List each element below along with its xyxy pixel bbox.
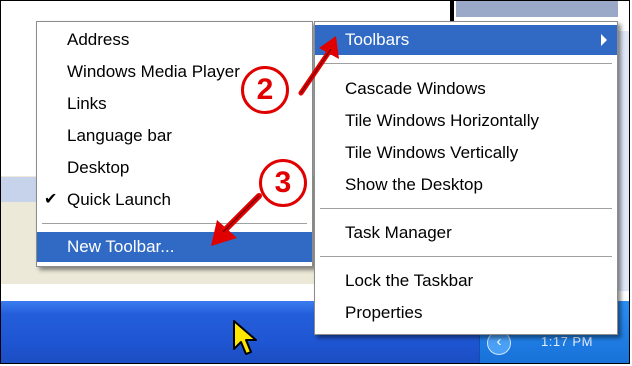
menu-item-address[interactable]: Address	[37, 25, 312, 55]
taskbar-clock[interactable]: 1:17 PM	[541, 334, 593, 349]
menu-item-label: Desktop	[67, 158, 130, 177]
menu-item-label: Windows Media Player	[67, 62, 240, 81]
menu-separator	[320, 256, 612, 258]
menu-item-label: New Toolbar...	[67, 237, 175, 256]
menu-separator	[320, 208, 612, 210]
menu-item-label: Language bar	[67, 126, 172, 145]
menu-item-toolbars[interactable]: Toolbars	[315, 25, 617, 55]
menu-item-label: Address	[67, 30, 130, 49]
menu-item-label: Properties	[345, 303, 423, 322]
annotation-arrow-step-2	[298, 36, 339, 96]
background-divider	[450, 1, 454, 23]
toolbars-submenu: Address Windows Media Player Links Langu…	[36, 21, 313, 267]
background-titlebar-strip	[456, 1, 618, 17]
step-2-badge: 2	[241, 66, 289, 114]
menu-item-tile-vertically[interactable]: Tile Windows Vertically	[315, 138, 617, 168]
screenshot-frame: ‹ 1:17 PM Address Windows Media Player L…	[0, 0, 630, 364]
menu-item-label: Tile Windows Horizontally	[345, 111, 539, 130]
menu-item-tile-horizontally[interactable]: Tile Windows Horizontally	[315, 106, 617, 136]
menu-item-task-manager[interactable]: Task Manager	[315, 218, 617, 248]
menu-item-show-desktop[interactable]: Show the Desktop	[315, 170, 617, 200]
menu-item-cascade-windows[interactable]: Cascade Windows	[315, 74, 617, 104]
menu-item-label: Task Manager	[345, 223, 452, 242]
menu-item-lock-taskbar[interactable]: Lock the Taskbar	[315, 266, 617, 296]
background-band	[1, 177, 41, 202]
step-3-badge: 3	[259, 159, 307, 207]
menu-item-language-bar[interactable]: Language bar	[37, 121, 312, 151]
menu-separator	[320, 63, 612, 65]
menu-item-label: Toolbars	[345, 30, 410, 49]
submenu-arrow-icon	[601, 34, 607, 46]
background-side-panel	[616, 31, 629, 291]
checkmark-icon: ✔	[44, 191, 58, 208]
menu-item-label: Quick Launch	[67, 190, 171, 209]
taskbar-context-menu: Toolbars Cascade Windows Tile Windows Ho…	[314, 21, 618, 335]
menu-item-label: Tile Windows Vertically	[345, 143, 519, 162]
menu-item-properties[interactable]: Properties	[315, 298, 617, 328]
menu-item-label: Cascade Windows	[345, 79, 486, 98]
mouse-pointer-icon	[233, 320, 257, 355]
menu-item-label: Show the Desktop	[345, 175, 483, 194]
annotation-arrow-step-3	[211, 193, 262, 246]
menu-item-label: Lock the Taskbar	[345, 271, 474, 290]
menu-item-label: Links	[67, 94, 107, 113]
